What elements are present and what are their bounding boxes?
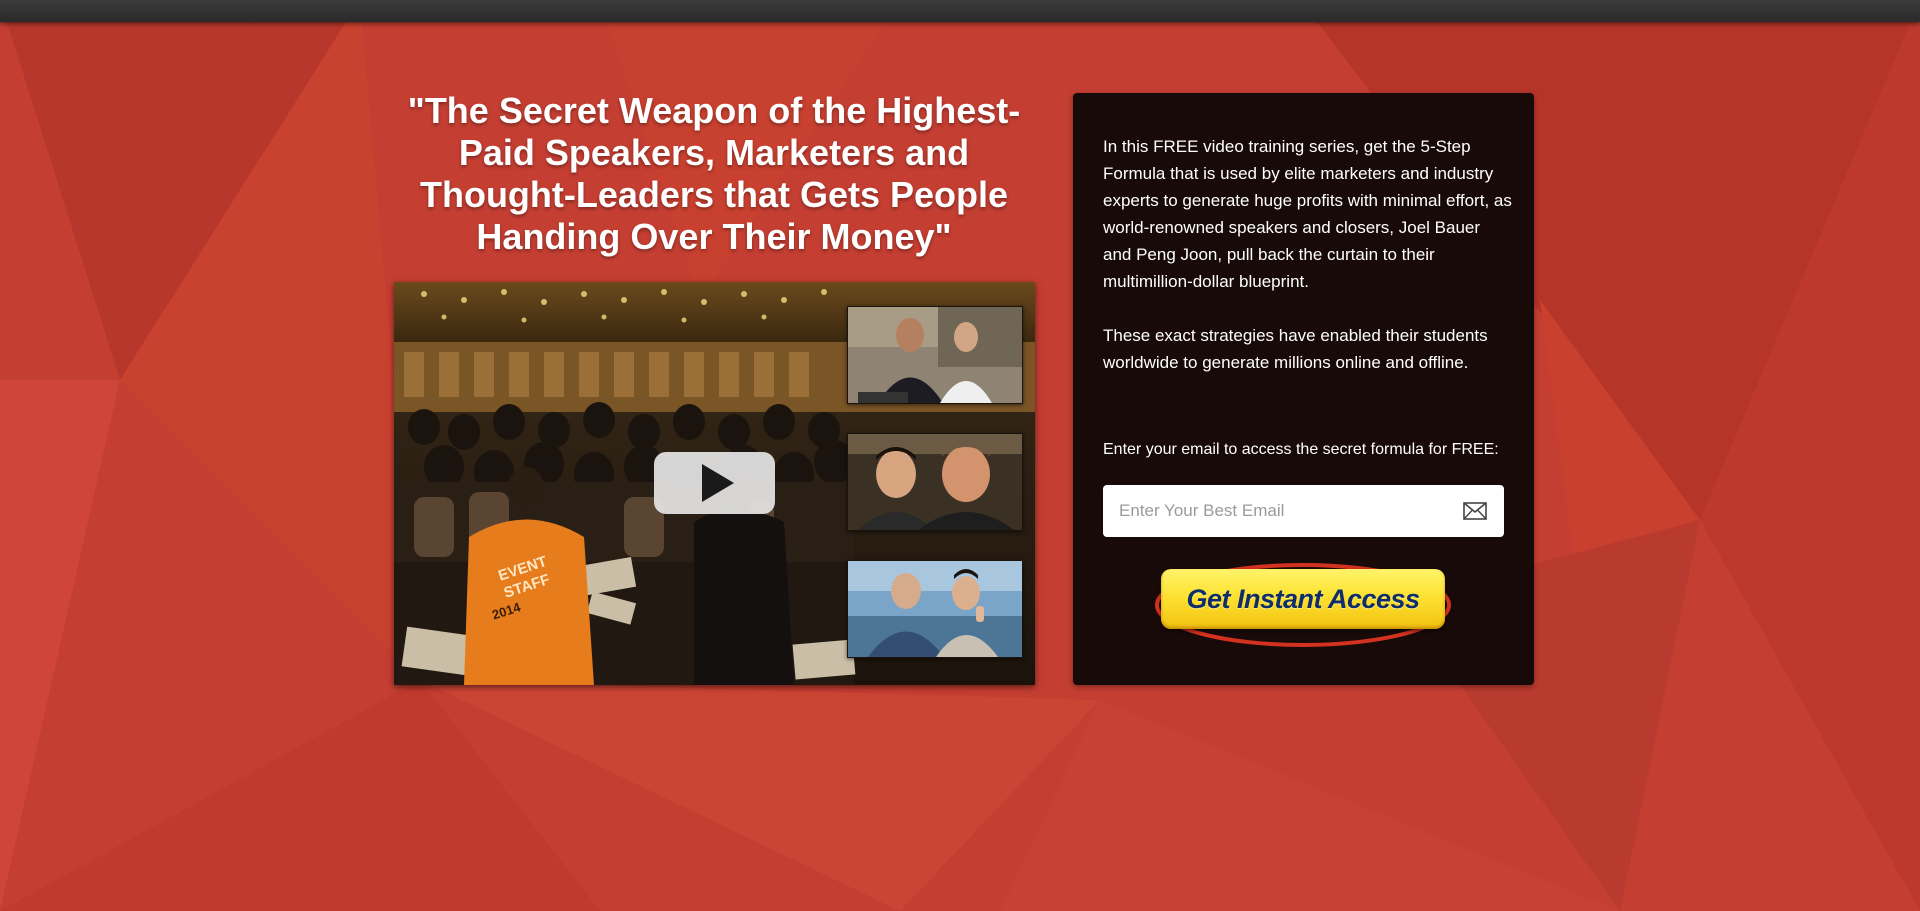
video-thumbnail-speakers-3 xyxy=(847,560,1023,658)
video-thumbnail-speakers-1 xyxy=(847,306,1023,404)
page-headline: "The Secret Weapon of the Highest-Paid S… xyxy=(407,90,1021,257)
play-icon xyxy=(701,464,734,502)
signup-panel: In this FREE video training series, get … xyxy=(1073,93,1534,685)
panel-paragraph-2: These exact strategies have enabled thei… xyxy=(1103,326,1488,372)
play-button[interactable] xyxy=(654,452,775,514)
top-bar xyxy=(0,0,1920,22)
video-player[interactable]: EVENT STAFF 2014 xyxy=(394,282,1035,685)
email-prompt: Enter your email to access the secret fo… xyxy=(1103,441,1499,458)
email-input[interactable] xyxy=(1103,485,1443,537)
panel-paragraph-1: In this FREE video training series, get … xyxy=(1103,137,1512,291)
panel-description: In this FREE video training series, get … xyxy=(1103,133,1513,376)
cta-wrapper: Get Instant Access xyxy=(1153,559,1453,651)
email-field-container xyxy=(1103,485,1504,537)
video-thumbnail-speakers-2 xyxy=(847,433,1023,531)
get-instant-access-button[interactable]: Get Instant Access xyxy=(1161,569,1445,629)
envelope-icon xyxy=(1463,502,1487,520)
